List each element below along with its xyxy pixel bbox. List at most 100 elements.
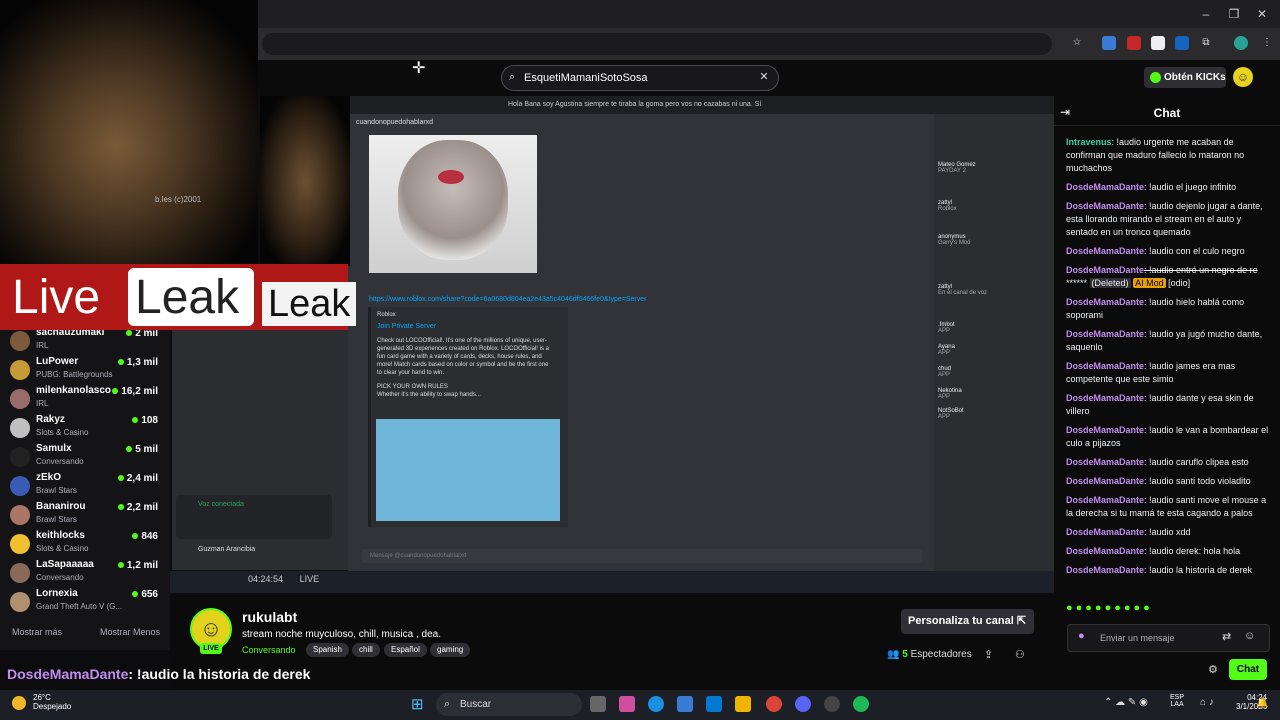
- viewer-count: 656: [141, 589, 158, 600]
- tag[interactable]: Spanish: [306, 643, 349, 657]
- search-input[interactable]: EsquetiMamaniSotoSosa: [501, 65, 779, 91]
- obs-icon[interactable]: [824, 696, 840, 712]
- chat-message: DosdeMamaDante: !audio le van a bombarde…: [1066, 424, 1270, 450]
- roblox-link: https://www.roblox.com/share?code=6a0680…: [369, 296, 647, 303]
- embed-sub: PICK YOUR OWN RULES: [377, 384, 448, 390]
- customize-channel-button[interactable]: Personaliza tu canal ⇱: [901, 609, 1034, 634]
- language-indicator[interactable]: ESP LAA: [1170, 694, 1184, 708]
- sidebar-channel[interactable]: LuPower PUBG: Battlegrounds 1,3 mil: [10, 356, 170, 384]
- extension-icon[interactable]: [1102, 36, 1116, 50]
- live-dot-icon: [132, 591, 139, 597]
- discord-icon[interactable]: [795, 696, 811, 712]
- chat-message: DosdeMamaDante: !audio james era mas com…: [1066, 360, 1270, 386]
- chat-username[interactable]: DosdeMamaDante: [1066, 297, 1144, 307]
- channel-viewers: 2,2 mil: [117, 502, 158, 513]
- chat-username[interactable]: DosdeMamaDante: [1066, 527, 1144, 537]
- chat-username[interactable]: DosdeMamaDante: [1066, 393, 1144, 403]
- sidebar-channel[interactable]: zEkO Brawl Stars 2,4 mil: [10, 472, 170, 500]
- embed-body: Check out LOCOOfficial!. It's one of the…: [377, 338, 549, 376]
- stream-category[interactable]: Conversando: [242, 645, 296, 655]
- spotify-icon[interactable]: [853, 696, 869, 712]
- browser-menu-icon[interactable]: ⋮: [1260, 36, 1274, 50]
- chat-message: DosdeMamaDante: !audio el juego infinito: [1066, 181, 1270, 194]
- sidebar-channel[interactable]: keithlocks Slots & Casino 846: [10, 530, 170, 558]
- mod-reason: [odio]: [1168, 278, 1191, 288]
- edge-icon[interactable]: [648, 696, 664, 712]
- chat-text: : !audio entró un negro de re: [1144, 265, 1258, 275]
- user-avatar[interactable]: ☺: [1233, 67, 1253, 87]
- clear-search-icon[interactable]: ✕: [758, 71, 770, 83]
- emoji-icon[interactable]: ☺: [1244, 630, 1255, 642]
- chat-text: : !audio con el culo negro: [1144, 246, 1245, 256]
- sidebar-channel[interactable]: Bananirou Brawl Stars 2,2 mil: [10, 501, 170, 529]
- copilot-icon[interactable]: [619, 696, 635, 712]
- show-less-button[interactable]: Mostrar Menos: [100, 627, 160, 637]
- notifications-icon[interactable]: 🔔: [1256, 698, 1268, 709]
- system-tray[interactable]: ⌃ ☁ ✎ ◉: [1104, 697, 1148, 708]
- live-badge: LIVE: [200, 643, 222, 654]
- share-icon[interactable]: ⇪: [984, 648, 993, 661]
- chat-username[interactable]: DosdeMamaDante: [1066, 182, 1144, 192]
- sidebar-channel[interactable]: Samulx Conversando 5 mil: [10, 443, 170, 471]
- chat-username[interactable]: DosdeMamaDante: [1066, 495, 1144, 505]
- chat-username[interactable]: Intravenus: [1066, 137, 1112, 147]
- member-status: APP: [938, 394, 951, 400]
- channel-name[interactable]: rukulabt: [242, 609, 297, 625]
- extension-icon[interactable]: [1175, 36, 1189, 50]
- censored-text: ******: [1066, 278, 1088, 288]
- windows-taskbar: [0, 690, 1280, 720]
- chrome-icon[interactable]: [766, 696, 782, 712]
- address-bar[interactable]: [262, 33, 1052, 55]
- channel-name: LaSapaaaaa: [36, 559, 94, 570]
- chat-username[interactable]: DosdeMamaDante: [1066, 265, 1144, 275]
- chat-username[interactable]: DosdeMamaDante: [1066, 457, 1144, 467]
- chat-username[interactable]: DosdeMamaDante: [1066, 329, 1144, 339]
- task-view-icon[interactable]: [590, 696, 606, 712]
- sidebar-channel[interactable]: Rakyz Slots & Casino 108: [10, 414, 170, 442]
- emote-bar[interactable]: ●●●●●●●●●: [1066, 602, 1276, 618]
- explorer-icon[interactable]: [735, 696, 751, 712]
- show-more-button[interactable]: Mostrar más: [12, 627, 62, 637]
- profile-avatar[interactable]: [1234, 36, 1248, 50]
- minimize-icon[interactable]: –: [1198, 6, 1214, 22]
- network-volume-icons[interactable]: ⌂ ♪: [1200, 697, 1214, 708]
- bookmark-star-icon[interactable]: ☆: [1070, 36, 1084, 50]
- sidebar-channel[interactable]: milenkanolasco IRL 16,2 mil: [10, 385, 170, 413]
- live-dot-icon: [112, 388, 119, 394]
- translate-icon[interactable]: ⇄: [1222, 630, 1231, 643]
- extension-icon[interactable]: [1151, 36, 1165, 50]
- taskbar-search[interactable]: Buscar: [436, 693, 582, 716]
- windows-start-icon[interactable]: ⊞: [411, 697, 427, 713]
- close-window-icon[interactable]: ✕: [1254, 6, 1270, 22]
- search-icon: ⌕: [444, 698, 451, 710]
- member-status: APP: [938, 350, 951, 356]
- puzzle-icon[interactable]: ⧉: [1199, 36, 1213, 50]
- extension-icon[interactable]: [1127, 36, 1141, 50]
- chat-username[interactable]: DosdeMamaDante: [1066, 546, 1144, 556]
- squirrel-overlay-image: [0, 0, 258, 265]
- tag[interactable]: gaming: [430, 643, 471, 657]
- member-status: APP: [938, 328, 951, 334]
- restore-icon[interactable]: ❐: [1226, 6, 1242, 22]
- mic-icon[interactable]: ●: [1078, 630, 1085, 642]
- send-chat-button[interactable]: Chat: [1229, 659, 1267, 680]
- chat-username[interactable]: DosdeMamaDante: [1066, 476, 1144, 486]
- chat-username[interactable]: DosdeMamaDante: [1066, 425, 1144, 435]
- chat-username[interactable]: DosdeMamaDante: [1066, 565, 1144, 575]
- store-icon[interactable]: [677, 696, 693, 712]
- chat-username[interactable]: DosdeMamaDante: [1066, 246, 1144, 256]
- chat-input[interactable]: Enviar un mensaje: [1067, 624, 1270, 652]
- chat-username[interactable]: DosdeMamaDante: [1066, 361, 1144, 371]
- sidebar-channel[interactable]: sachauzumaki IRL 2 mil: [10, 327, 170, 355]
- tag[interactable]: Español: [384, 643, 427, 657]
- follow-icon[interactable]: ⚇: [1015, 648, 1025, 661]
- tag[interactable]: chill: [352, 643, 380, 657]
- chat-settings-icon[interactable]: ⚙: [1208, 663, 1218, 676]
- sidebar-channel[interactable]: Lornexia Grand Theft Auto V (G... 656: [10, 588, 170, 616]
- mail-icon[interactable]: [706, 696, 722, 712]
- viewers-label: Espectadores: [910, 649, 972, 660]
- sidebar-channel[interactable]: LaSapaaaaa Conversando 1,2 mil: [10, 559, 170, 587]
- live-label: LIVE: [299, 574, 320, 584]
- weather-widget[interactable]: 26°C Despejado: [33, 693, 71, 711]
- chat-username[interactable]: DosdeMamaDante: [1066, 201, 1144, 211]
